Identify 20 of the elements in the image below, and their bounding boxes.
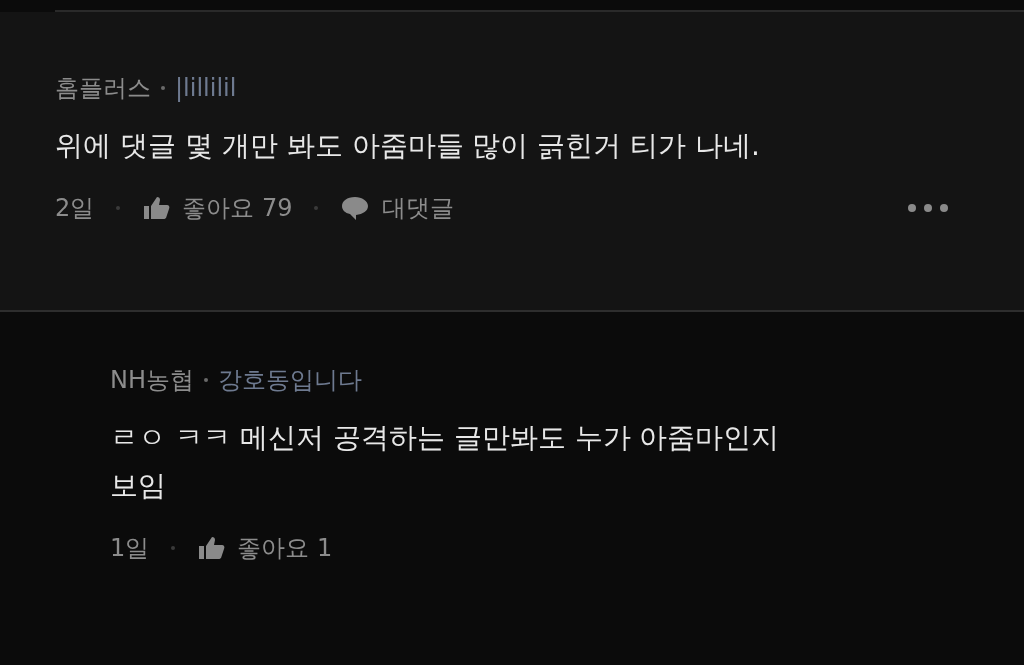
comment-text: 위에 댓글 몇 개만 봐도 아줌마들 많이 긁힌거 티가 나네.: [55, 128, 761, 164]
like-button[interactable]: 좋아요 1: [197, 532, 333, 564]
like-button[interactable]: 좋아요 79: [142, 192, 293, 224]
comment-text: ㄹㅇ ㅋㅋ 메신저 공격하는 글만봐도 누가 아줌마인지 보임: [110, 420, 781, 504]
speech-bubble-icon: [340, 194, 371, 222]
thumbs-up-icon: [197, 535, 226, 561]
separator-dot: [161, 86, 165, 90]
reply-button[interactable]: 대댓글: [340, 192, 455, 224]
more-icon[interactable]: [907, 203, 949, 213]
nickname: 강호동입니다: [218, 365, 362, 396]
separator-dot: [171, 546, 176, 550]
time-label: 1일: [110, 533, 150, 564]
separator-dot: [116, 206, 121, 210]
thumbs-up-icon: [142, 195, 171, 221]
separator-dot: [204, 378, 208, 382]
time-label: 2일: [55, 193, 95, 224]
separator-dot: [314, 206, 319, 210]
author-name[interactable]: NH농협: [110, 364, 194, 396]
nickname: |lillilil: [175, 74, 237, 102]
author-name[interactable]: 홈플러스: [55, 72, 151, 104]
